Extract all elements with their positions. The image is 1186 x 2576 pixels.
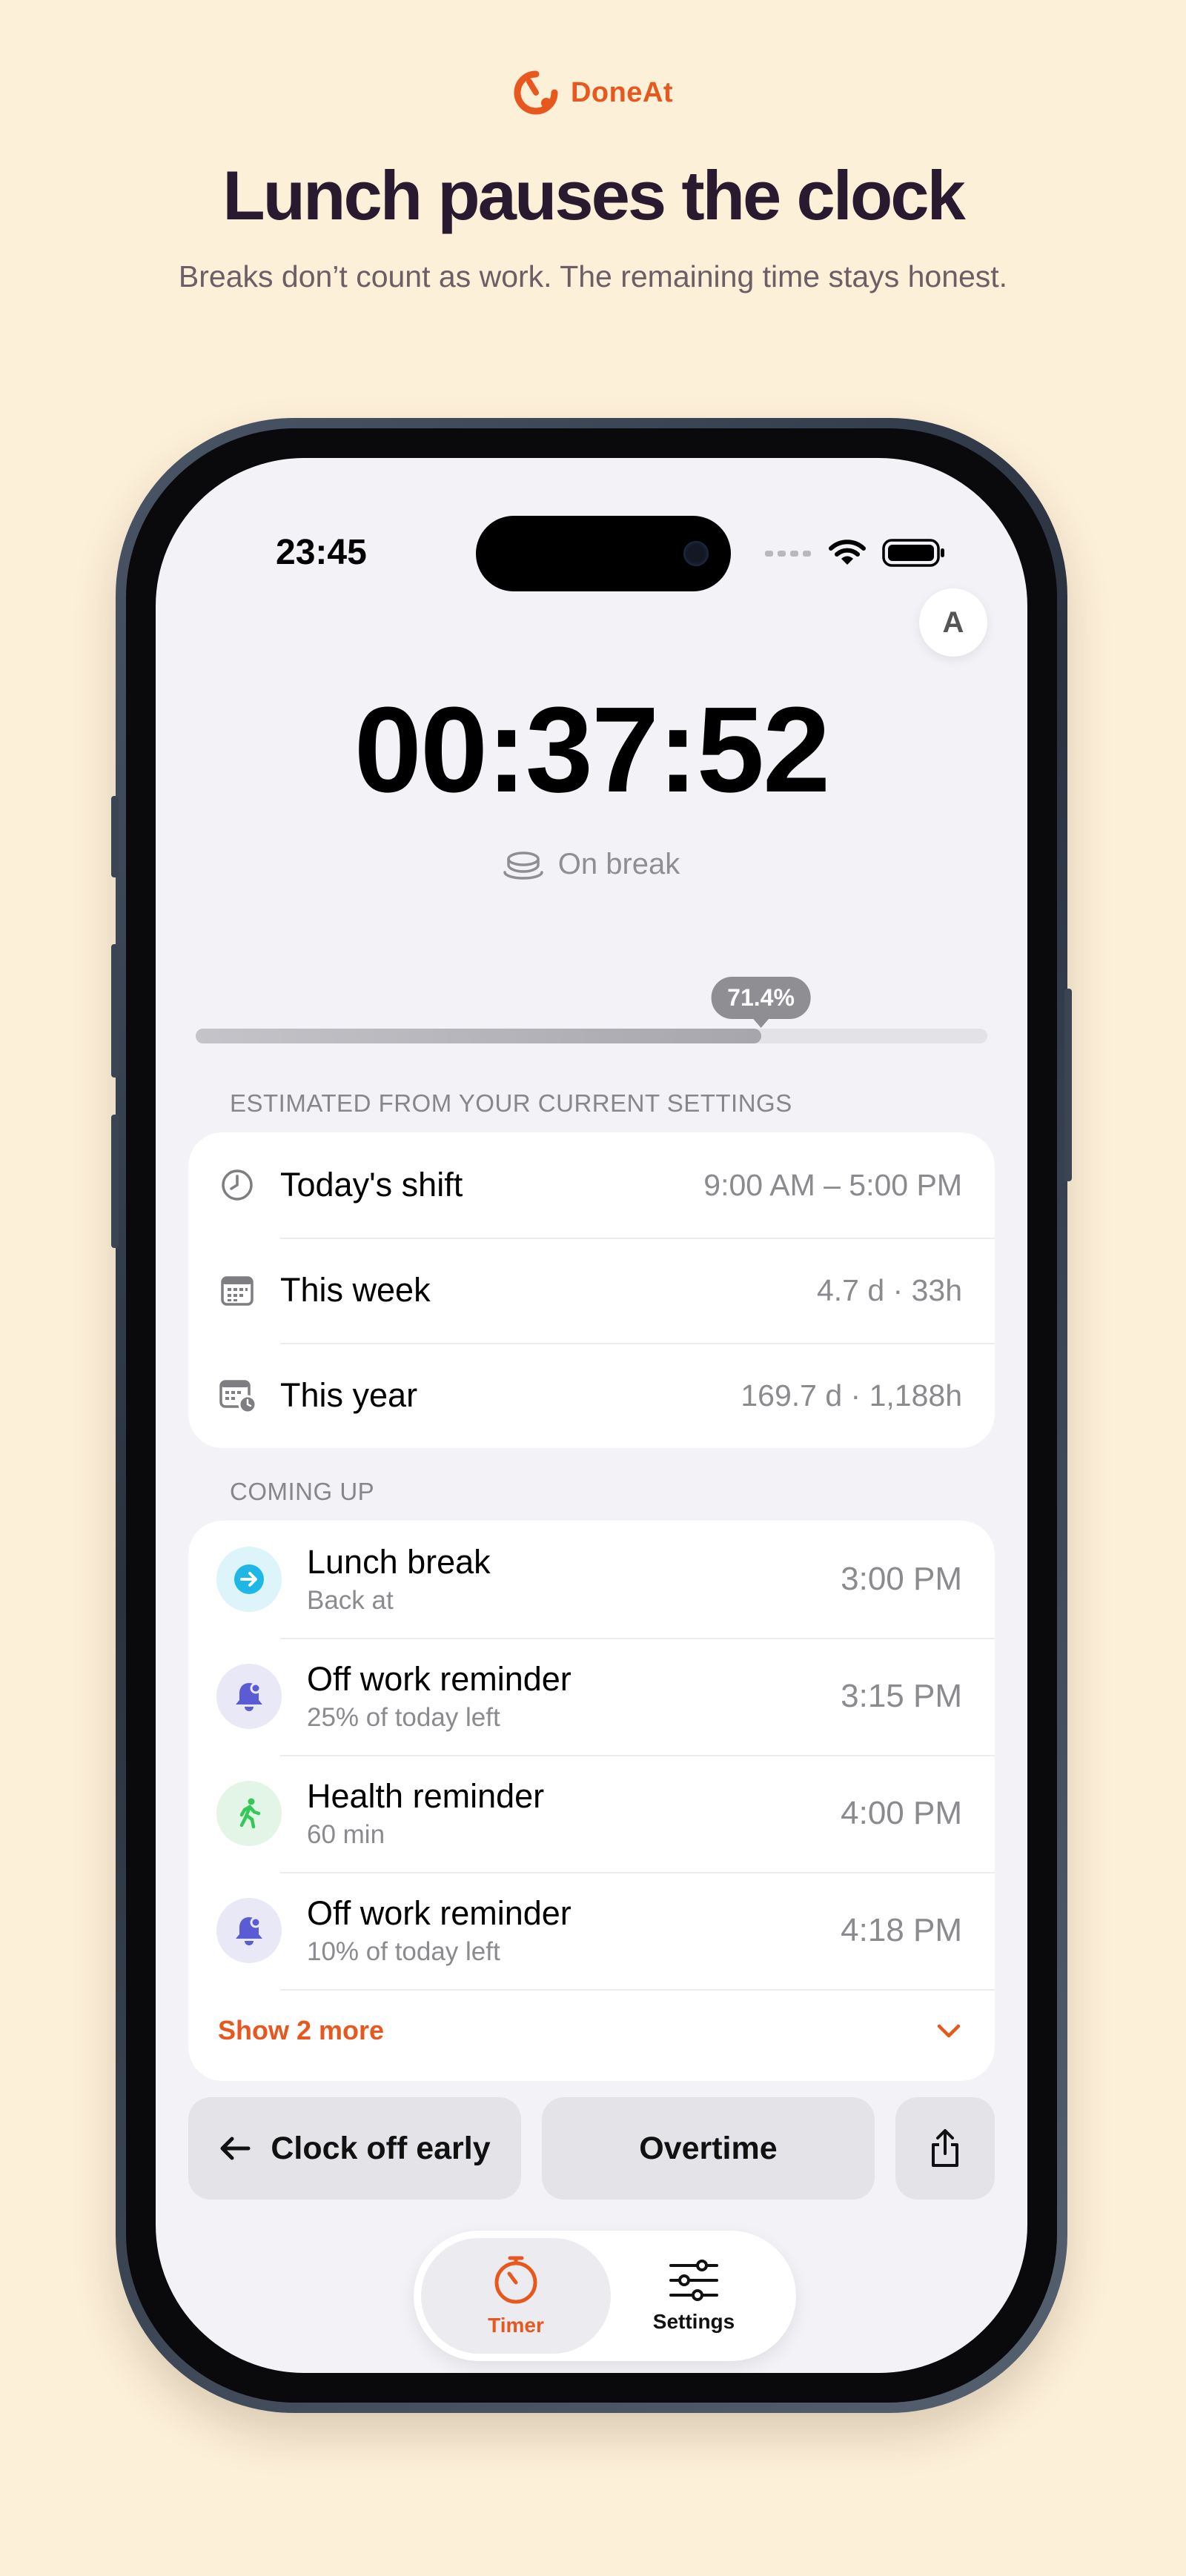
countdown-timer: 00:37:52 xyxy=(354,682,830,817)
estimates-section-label: ESTIMATED FROM YOUR CURRENT SETTINGS xyxy=(230,1089,792,1117)
show-more-button[interactable]: Show 2 more xyxy=(188,1989,995,2081)
estimates-card: Today's shift 9:00 AM – 5:00 PM This wee… xyxy=(188,1132,995,1448)
overtime-label: Overtime xyxy=(639,2130,778,2166)
coming-up-time: 3:15 PM xyxy=(841,1678,962,1714)
brand: DoneAt xyxy=(0,70,1186,116)
estimate-title: This week xyxy=(280,1271,431,1309)
break-status-label: On break xyxy=(557,848,680,880)
coming-up-title: Health reminder xyxy=(307,1777,545,1816)
action-button xyxy=(111,796,119,877)
coming-up-section-label: COMING UP xyxy=(230,1478,375,1505)
tab-settings[interactable]: Settings xyxy=(599,2238,789,2354)
coming-up-title: Lunch break xyxy=(307,1543,491,1581)
phone-frame: 23:45 A 00:37:52 On break 71.4% ESTIMATE… xyxy=(111,418,1072,2413)
cellular-signal-icon xyxy=(765,551,811,557)
coming-up-card: Lunch break Back at 3:00 PM Off work rem… xyxy=(188,1521,995,2081)
action-buttons: Clock off early Overtime xyxy=(188,2097,995,2200)
dynamic-island xyxy=(476,516,731,591)
estimate-title: This year xyxy=(280,1376,418,1414)
share-button[interactable] xyxy=(895,2097,995,2200)
timer-icon xyxy=(494,2256,537,2304)
coming-up-title: Off work reminder xyxy=(307,1894,572,1933)
overtime-button[interactable]: Overtime xyxy=(541,2097,875,2200)
tab-timer[interactable]: Timer xyxy=(421,2238,611,2354)
status-icons xyxy=(765,538,946,568)
coming-up-item[interactable]: Health reminder 60 min 4:00 PM xyxy=(188,1755,995,1872)
coming-up-time: 4:18 PM xyxy=(841,1912,962,1948)
show-more-label: Show 2 more xyxy=(218,2015,385,2045)
calendar-icon xyxy=(218,1271,256,1309)
battery-icon xyxy=(882,539,944,567)
coming-up-subtitle: 60 min xyxy=(307,1819,385,1849)
brand-name: DoneAt xyxy=(570,76,674,108)
estimate-value: 4.7 d · 33h xyxy=(816,1272,962,1307)
doneat-logo-icon xyxy=(514,70,558,115)
subline: Breaks don’t count as work. The remainin… xyxy=(178,259,1008,293)
coming-up-item[interactable]: Off work reminder 10% of today left 4:18… xyxy=(188,1872,995,1989)
estimate-row-year[interactable]: This year 169.7 d · 1,188h xyxy=(188,1343,995,1448)
volume-down-button xyxy=(111,1115,119,1248)
coffee-cup-icon xyxy=(503,851,543,880)
estimate-row-today[interactable]: Today's shift 9:00 AM – 5:00 PM xyxy=(188,1132,995,1238)
coming-up-time: 3:00 PM xyxy=(841,1561,962,1597)
clock-off-early-button[interactable]: Clock off early xyxy=(188,2097,521,2200)
coming-up-subtitle: 25% of today left xyxy=(307,1702,500,1732)
arrow-left-icon xyxy=(220,2137,251,2160)
coming-up-time: 4:00 PM xyxy=(841,1795,962,1831)
estimate-title: Today's shift xyxy=(280,1166,463,1204)
progress-percent-badge: 71.4% xyxy=(711,977,811,1019)
share-icon xyxy=(931,2129,958,2167)
power-button xyxy=(1064,989,1072,1181)
progress-bar-fill xyxy=(196,1029,761,1043)
coming-up-subtitle: 10% of today left xyxy=(307,1936,500,1966)
bell-icon xyxy=(216,1664,282,1729)
clock-icon xyxy=(218,1166,256,1204)
estimate-row-week[interactable]: This week 4.7 d · 33h xyxy=(188,1238,995,1343)
chevron-down-icon xyxy=(937,2024,961,2038)
tab-settings-label: Settings xyxy=(652,2310,735,2333)
coming-up-title: Off work reminder xyxy=(307,1660,572,1699)
estimate-value: 9:00 AM – 5:00 PM xyxy=(703,1167,962,1202)
clock-off-early-label: Clock off early xyxy=(271,2130,491,2166)
camera-icon xyxy=(683,541,709,566)
coming-up-item[interactable]: Off work reminder 25% of today left 3:15… xyxy=(188,1638,995,1755)
progress-bar xyxy=(196,1029,987,1043)
break-status: On break xyxy=(156,848,1027,881)
walking-person-icon xyxy=(216,1781,282,1846)
tab-bar: Timer Settings xyxy=(414,2231,796,2361)
phone-bezel: 23:45 A 00:37:52 On break 71.4% ESTIMATE… xyxy=(126,428,1057,2403)
app-screen: 23:45 A 00:37:52 On break 71.4% ESTIMATE… xyxy=(156,458,1027,2373)
coming-up-item[interactable]: Lunch break Back at 3:00 PM xyxy=(188,1521,995,1638)
estimate-value: 169.7 d · 1,188h xyxy=(741,1378,962,1413)
wifi-icon xyxy=(829,540,866,565)
coming-up-subtitle: Back at xyxy=(307,1585,394,1615)
volume-up-button xyxy=(111,944,119,1078)
bell-icon xyxy=(216,1898,282,1963)
calendar-clock-icon xyxy=(218,1376,256,1415)
arrow-right-circle-icon xyxy=(216,1547,282,1612)
status-time: 23:45 xyxy=(276,533,367,572)
sliders-icon xyxy=(669,2260,718,2301)
profile-avatar[interactable]: A xyxy=(919,588,987,657)
headline: Lunch pauses the clock xyxy=(222,156,966,234)
tab-timer-label: Timer xyxy=(488,2314,544,2337)
